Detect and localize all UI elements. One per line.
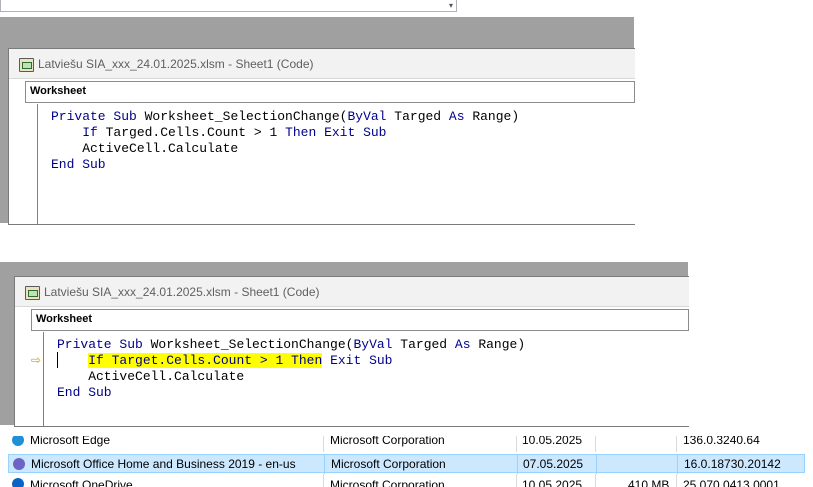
chevron-down-icon[interactable]: ▾ [449, 2, 457, 10]
program-version: 25.070.0413.0001 [683, 478, 780, 487]
code-keyword: If [82, 125, 98, 140]
program-name: Microsoft OneDrive [30, 478, 133, 487]
top-dropdown[interactable] [0, 0, 457, 12]
program-version: 16.0.18730.20142 [684, 457, 781, 471]
column-divider [676, 436, 677, 452]
code-keyword: End Sub [57, 385, 112, 400]
programs-list: Microsoft Edge Microsoft Corporation 10.… [0, 428, 813, 487]
code-keyword: ByVal [347, 109, 387, 124]
execution-arrow-icon: ⇨ [31, 353, 42, 367]
column-divider [516, 436, 517, 452]
program-publisher: Microsoft Corporation [330, 436, 445, 447]
code-keyword: Private Sub [51, 109, 137, 124]
code-keyword: As [448, 109, 465, 124]
code-keyword: Then Exit Sub [285, 125, 387, 140]
margin-indicator-bar[interactable] [15, 332, 44, 426]
column-divider [595, 474, 596, 487]
window-titlebar[interactable]: Latviešu SIA_xxx_24.01.2025.xlsm - Sheet… [15, 277, 689, 307]
code-keyword: End Sub [51, 157, 106, 172]
code-pane[interactable]: Private Sub Worksheet_SelectionChange(By… [57, 337, 525, 401]
office-icon [13, 458, 25, 470]
list-item[interactable]: Microsoft Edge Microsoft Corporation 10.… [8, 436, 805, 452]
program-size: 410 MB [628, 478, 670, 487]
object-dropdown[interactable]: Worksheet [25, 81, 635, 103]
onedrive-icon [12, 478, 24, 487]
column-divider [323, 474, 324, 487]
column-divider [595, 436, 596, 452]
window-titlebar[interactable]: Latviešu SIA_xxx_24.01.2025.xlsm - Sheet… [9, 49, 635, 79]
edge-icon [12, 436, 24, 446]
program-publisher: Microsoft Corporation [331, 457, 446, 471]
program-installed: 10.05.2025 [522, 436, 583, 447]
column-divider [596, 455, 597, 474]
code-text: Targed.Cells.Count > 1 [97, 125, 286, 140]
code-window[interactable]: Latviešu SIA_xxx_24.01.2025.xlsm - Sheet… [14, 276, 689, 427]
highlighted-statement: If Target.Cells.Count > 1 Then [88, 353, 323, 368]
program-version: 136.0.3240.64 [683, 436, 760, 447]
code-line: ActiveCell.Calculate [51, 141, 239, 156]
list-item-selected[interactable]: Microsoft Office Home and Business 2019 … [8, 454, 805, 474]
code-keyword: As [454, 337, 471, 352]
program-installed: 07.05.2025 [523, 457, 584, 471]
code-keyword: ByVal [353, 337, 393, 352]
column-divider [516, 474, 517, 487]
code-text: Worksheet_SelectionChange( [142, 337, 354, 352]
code-text: Worksheet_SelectionChange( [136, 109, 348, 124]
column-divider [323, 436, 324, 452]
code-pane[interactable]: Private Sub Worksheet_SelectionChange(By… [51, 109, 519, 173]
code-keyword: Exit Sub [322, 353, 393, 368]
program-publisher: Microsoft Corporation [330, 478, 445, 487]
code-line: ActiveCell.Calculate [57, 369, 245, 384]
window-title: Latviešu SIA_xxx_24.01.2025.xlsm - Sheet… [44, 285, 320, 299]
object-dropdown[interactable]: Worksheet [31, 309, 689, 331]
column-divider [677, 455, 678, 474]
excel-code-icon [25, 286, 40, 300]
code-keyword: Private Sub [57, 337, 143, 352]
code-text: Range) [470, 337, 526, 352]
program-name: Microsoft Edge [30, 436, 111, 447]
program-installed: 10.05.2025 [522, 478, 583, 487]
column-divider [324, 455, 325, 474]
margin-indicator-bar[interactable] [9, 104, 38, 224]
code-text: Range) [464, 109, 520, 124]
list-item[interactable]: Microsoft OneDrive Microsoft Corporation… [8, 474, 805, 487]
object-dropdown-value: Worksheet [30, 85, 87, 97]
program-name: Microsoft Office Home and Business 2019 … [31, 457, 296, 471]
column-divider [676, 474, 677, 487]
window-title: Latviešu SIA_xxx_24.01.2025.xlsm - Sheet… [38, 57, 314, 71]
code-text: Targed [392, 337, 455, 352]
code-text: Targed [386, 109, 449, 124]
excel-code-icon [19, 58, 34, 72]
column-divider [517, 455, 518, 474]
code-window[interactable]: Latviešu SIA_xxx_24.01.2025.xlsm - Sheet… [8, 48, 635, 225]
object-dropdown-value: Worksheet [36, 313, 93, 325]
